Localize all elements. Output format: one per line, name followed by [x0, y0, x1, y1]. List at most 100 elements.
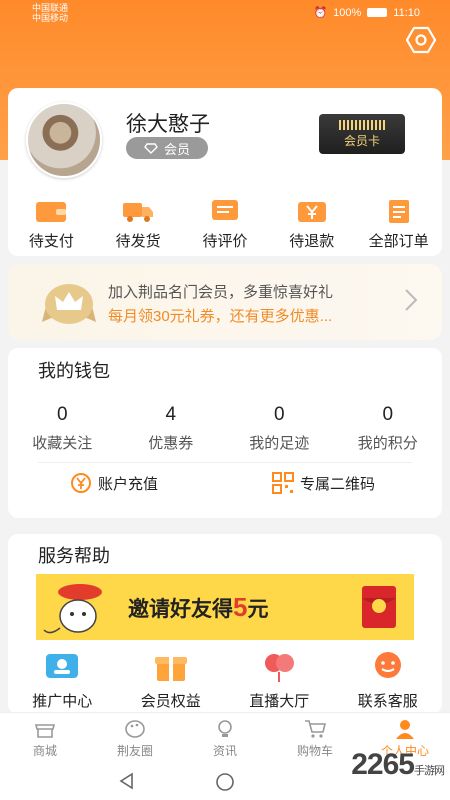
- invite-banner[interactable]: 邀请好友得5元: [36, 574, 414, 640]
- member-badge-label: 会员: [163, 141, 190, 157]
- stat-value: 0: [56, 404, 68, 425]
- stat-footprint[interactable]: 0 我的足迹: [229, 404, 329, 453]
- service-items: 推广中心 会员权益 直播大厅 联系客服: [8, 650, 442, 711]
- tab-cart[interactable]: 购物车: [275, 713, 355, 764]
- tab-label: 购物车: [296, 744, 333, 758]
- wallet-stats: 0 收藏关注 4 优惠券 0 我的足迹 0 我的积分: [8, 404, 442, 453]
- order-shortcuts: 待支付 待发货 待评价 待退款 全部订单: [8, 198, 442, 251]
- banner-line2: 每月领30元礼券，还有更多优惠...: [108, 308, 333, 325]
- stat-favorites[interactable]: 0 收藏关注: [12, 404, 112, 453]
- recharge-icon: [71, 473, 91, 493]
- battery-percent: 100%: [333, 6, 362, 19]
- service-promotion[interactable]: 推广中心: [17, 650, 107, 711]
- chat-icon: [374, 652, 401, 678]
- service-title: 服务帮助: [38, 546, 110, 566]
- tab-label: 资讯: [212, 744, 237, 758]
- stat-label: 收藏关注: [32, 435, 93, 452]
- order-pending-shipment[interactable]: 待发货: [98, 198, 178, 251]
- username: 徐大憨子: [126, 113, 210, 136]
- qrcode-label: 专属二维码: [300, 475, 376, 493]
- stat-coupons[interactable]: 4 优惠券: [121, 404, 221, 453]
- comment-icon: [211, 200, 238, 220]
- promotion-icon: [46, 654, 79, 678]
- mascot-icon: [43, 584, 102, 634]
- red-envelope-icon: [362, 586, 396, 628]
- member-badge[interactable]: 会员: [126, 137, 208, 159]
- order-label: 全部订单: [368, 233, 429, 250]
- stat-label: 我的积分: [357, 435, 418, 452]
- stat-value: 4: [165, 404, 177, 425]
- service-label: 会员权益: [140, 693, 201, 710]
- carrier-1: 中国联通: [32, 3, 69, 13]
- stat-points[interactable]: 0 我的积分: [338, 404, 438, 453]
- cart-icon: [305, 720, 326, 738]
- service-live-hall[interactable]: 直播大厅: [234, 650, 324, 711]
- refund-icon: [297, 202, 326, 222]
- balloon-icon: [265, 654, 295, 682]
- watermark-sub: 手游网: [414, 765, 445, 777]
- status-bar: 中国联通 中国移动 ⏰ 100% 11:10: [0, 0, 450, 26]
- alarm-icon: ⏰: [313, 7, 328, 19]
- service-label: 直播大厅: [249, 693, 310, 710]
- status-right: ⏰ 100% 11:10: [313, 6, 420, 20]
- qrcode-button[interactable]: 专属二维码: [272, 472, 375, 494]
- invite-label: 邀请好友得: [128, 598, 233, 621]
- back-icon[interactable]: [118, 772, 136, 790]
- order-label: 待退款: [289, 233, 335, 250]
- wallet-icon: [36, 202, 67, 222]
- stat-value: 0: [273, 404, 285, 425]
- chevron-right-icon: [405, 289, 418, 311]
- profile-card: 徐大憨子 会员 会员卡 待支付 待发货 待评价 待退款 全部订单: [8, 88, 442, 256]
- tab-label: 荆友圈: [116, 744, 153, 758]
- diamond-icon: [144, 142, 158, 154]
- order-label: 待发货: [115, 233, 161, 250]
- order-all[interactable]: 全部订单: [359, 198, 439, 251]
- gift-icon: [154, 657, 187, 681]
- order-label: 待支付: [28, 233, 74, 250]
- wallet-card: 我的钱包 0 收藏关注 4 优惠券 0 我的足迹 0 我的积分 账户充值 专属二…: [8, 348, 442, 518]
- service-contact[interactable]: 联系客服: [343, 650, 433, 711]
- order-pending-review[interactable]: 待评价: [185, 198, 265, 251]
- avatar[interactable]: [26, 102, 102, 178]
- order-pending-payment[interactable]: 待支付: [11, 198, 91, 251]
- service-member-rights[interactable]: 会员权益: [126, 650, 216, 711]
- invite-text: 邀请好友得5元: [128, 592, 268, 623]
- watermark-brand: 2265: [351, 748, 415, 781]
- wallet-title: 我的钱包: [38, 361, 110, 381]
- invite-unit: 元: [247, 598, 269, 621]
- member-card-label: 会员卡: [343, 134, 380, 148]
- service-label: 联系客服: [357, 693, 418, 710]
- membership-banner[interactable]: 加入荆品名门会员，多重惊喜好礼 每月领30元礼券，还有更多优惠...: [8, 264, 442, 340]
- order-label: 待评价: [202, 233, 248, 250]
- stat-label: 我的足迹: [249, 435, 310, 452]
- user-icon: [396, 720, 414, 739]
- watermark-logo: 2265手游网: [351, 748, 445, 782]
- banner-line1: 加入荆品名门会员，多重惊喜好礼: [108, 284, 334, 301]
- home-icon[interactable]: [215, 772, 235, 792]
- crown-badge-icon: [42, 284, 96, 324]
- tab-news[interactable]: 资讯: [185, 713, 265, 764]
- tab-friends[interactable]: 荆友圈: [95, 713, 175, 764]
- stat-value: 0: [382, 404, 394, 425]
- qrcode-icon: [272, 472, 294, 494]
- carrier-2: 中国移动: [32, 13, 69, 23]
- carrier-info: 中国联通 中国移动: [32, 3, 68, 23]
- bulb-icon: [218, 720, 232, 737]
- service-label: 推广中心: [32, 693, 93, 710]
- store-icon: [34, 724, 56, 738]
- stat-label: 优惠券: [148, 435, 194, 452]
- clock: 11:10: [393, 6, 420, 19]
- recharge-label: 账户充值: [98, 475, 159, 493]
- service-card: 服务帮助 邀请好友得5元 推广中心 会员权益 直播大厅 联系客服: [8, 534, 442, 714]
- orders-icon: [388, 200, 409, 223]
- truck-icon: [123, 203, 154, 222]
- tab-mall[interactable]: 商城: [5, 713, 85, 764]
- divider: [38, 462, 412, 463]
- settings-icon[interactable]: [406, 26, 436, 54]
- tab-label: 商城: [32, 744, 57, 758]
- recharge-button[interactable]: 账户充值: [70, 472, 158, 494]
- order-pending-refund[interactable]: 待退款: [272, 198, 352, 251]
- invite-amount: 5: [233, 592, 248, 622]
- battery-icon: [367, 8, 388, 17]
- member-card-button[interactable]: 会员卡: [319, 114, 405, 154]
